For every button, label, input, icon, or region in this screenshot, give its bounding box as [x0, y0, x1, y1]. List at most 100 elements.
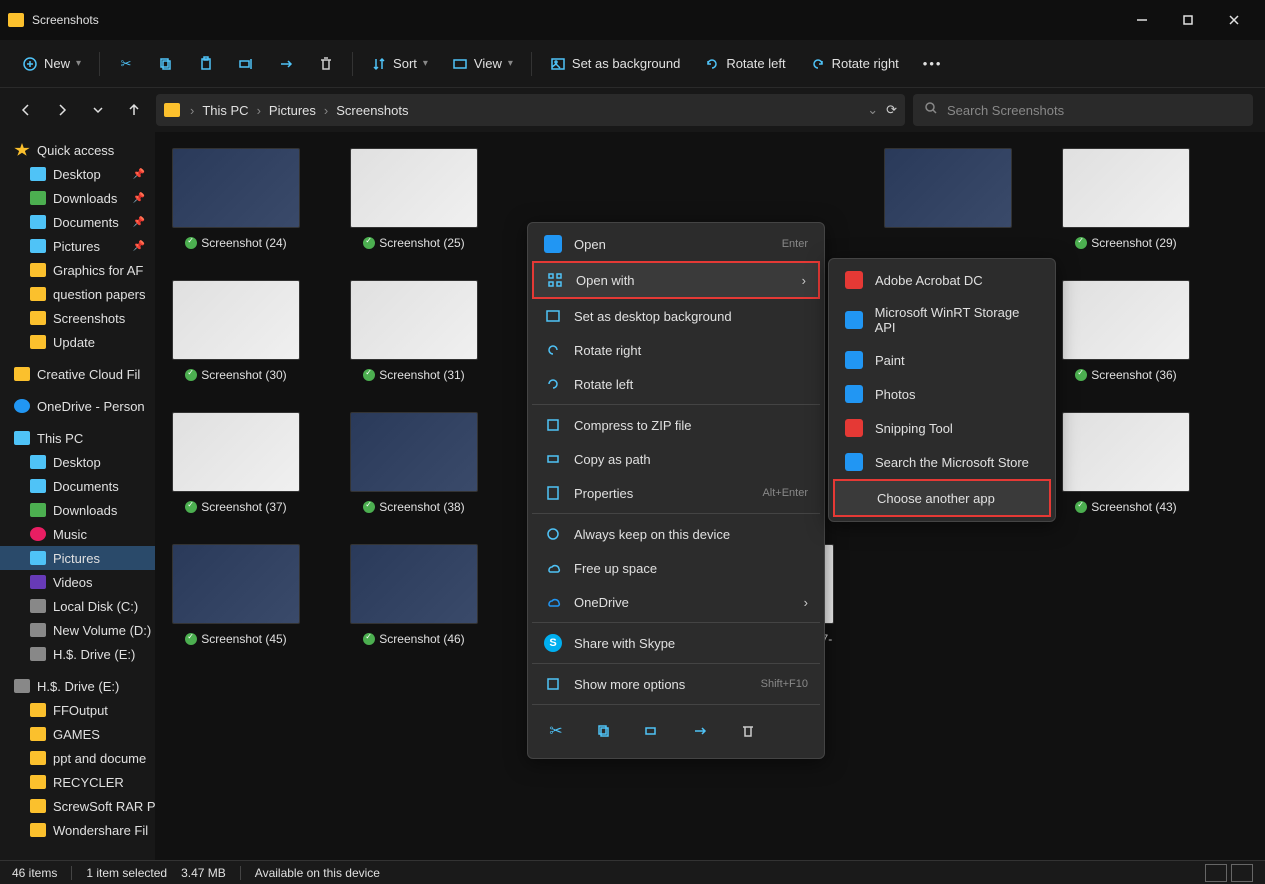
- sidebar-item[interactable]: Local Disk (C:): [0, 594, 155, 618]
- file-item[interactable]: Screenshot (38): [349, 412, 479, 514]
- openwith-app[interactable]: Choose another app: [833, 479, 1051, 517]
- maximize-button[interactable]: [1165, 0, 1211, 40]
- view-button[interactable]: View ▾: [442, 50, 523, 78]
- chevron-right-icon: ›: [804, 595, 808, 610]
- sidebar-item[interactable]: Downloads: [0, 498, 155, 522]
- sidebar-item[interactable]: OneDrive - Person: [0, 394, 155, 418]
- share-button[interactable]: [268, 50, 304, 78]
- new-button[interactable]: New ▾: [12, 50, 91, 78]
- sidebar-item[interactable]: New Volume (D:): [0, 618, 155, 642]
- paste-button[interactable]: [188, 50, 224, 78]
- sidebar-item[interactable]: ppt and docume: [0, 746, 155, 770]
- sidebar-item[interactable]: Graphics for AF: [0, 258, 155, 282]
- chevron-down-icon[interactable]: ⌄: [867, 102, 878, 118]
- file-item[interactable]: Screenshot (29): [1061, 148, 1191, 250]
- view-details-button[interactable]: [1205, 864, 1227, 882]
- file-item[interactable]: Screenshot (45): [171, 544, 301, 660]
- openwith-app[interactable]: Snipping Tool: [833, 411, 1051, 445]
- sidebar-item[interactable]: Documents: [0, 474, 155, 498]
- breadcrumb-item[interactable]: This PC: [198, 101, 252, 120]
- minimize-button[interactable]: [1119, 0, 1165, 40]
- sidebar-item[interactable]: ScrewSoft RAR P: [0, 794, 155, 818]
- up-button[interactable]: [120, 96, 148, 124]
- openwith-app[interactable]: Search the Microsoft Store: [833, 445, 1051, 479]
- ctx-properties[interactable]: PropertiesAlt+Enter: [532, 476, 820, 510]
- search-box[interactable]: [913, 94, 1253, 126]
- set-background-button[interactable]: Set as background: [540, 50, 690, 78]
- file-item[interactable]: Screenshot (24): [171, 148, 301, 250]
- sidebar-item[interactable]: Pictures: [0, 546, 155, 570]
- ctx-open-with[interactable]: Open with›: [532, 261, 820, 299]
- file-item[interactable]: Screenshot (37): [171, 412, 301, 514]
- delete-button[interactable]: [308, 50, 344, 78]
- ctx-share[interactable]: [682, 716, 718, 746]
- openwith-app[interactable]: Paint: [833, 343, 1051, 377]
- sidebar-item[interactable]: Music: [0, 522, 155, 546]
- file-item[interactable]: Screenshot (25): [349, 148, 479, 250]
- rotate-right-button[interactable]: Rotate right: [800, 50, 909, 78]
- openwith-app[interactable]: Photos: [833, 377, 1051, 411]
- sidebar-item[interactable]: Downloads📌: [0, 186, 155, 210]
- sidebar-item[interactable]: FFOutput: [0, 698, 155, 722]
- sidebar-item[interactable]: Screenshots: [0, 306, 155, 330]
- ctx-free-up[interactable]: Free up space: [532, 551, 820, 585]
- sort-button[interactable]: Sort ▾: [361, 50, 438, 78]
- ctx-set-background[interactable]: Set as desktop background: [532, 299, 820, 333]
- ctx-rename[interactable]: [634, 716, 670, 746]
- sync-status-icon: [363, 501, 375, 513]
- rotate-left-button[interactable]: Rotate left: [694, 50, 795, 78]
- sidebar-item[interactable]: GAMES: [0, 722, 155, 746]
- file-item[interactable]: Screenshot (43): [1061, 412, 1191, 514]
- file-item[interactable]: Screenshot (36): [1061, 280, 1191, 382]
- file-item[interactable]: [883, 148, 1013, 250]
- ctx-keep[interactable]: Always keep on this device: [532, 517, 820, 551]
- refresh-icon[interactable]: ⟳: [886, 102, 897, 118]
- view-icons-button[interactable]: [1231, 864, 1253, 882]
- breadcrumb[interactable]: › This PC › Pictures › Screenshots ⌄ ⟳: [156, 94, 905, 126]
- sidebar-item[interactable]: Pictures📌: [0, 234, 155, 258]
- sidebar-item[interactable]: Documents📌: [0, 210, 155, 234]
- sidebar-item[interactable]: Creative Cloud Fil: [0, 362, 155, 386]
- folder-icon: [30, 287, 46, 301]
- breadcrumb-item[interactable]: Screenshots: [332, 101, 412, 120]
- rename-button[interactable]: [228, 50, 264, 78]
- sidebar-item[interactable]: Desktop📌: [0, 162, 155, 186]
- sidebar-item[interactable]: H.$. Drive (E:): [0, 674, 155, 698]
- sidebar-item[interactable]: question papers: [0, 282, 155, 306]
- ctx-zip[interactable]: Compress to ZIP file: [532, 408, 820, 442]
- ctx-rotate-left[interactable]: Rotate left: [532, 367, 820, 401]
- sidebar-item[interactable]: RECYCLER: [0, 770, 155, 794]
- ctx-copy[interactable]: [586, 716, 622, 746]
- sidebar-item[interactable]: H.$. Drive (E:): [0, 642, 155, 666]
- openwith-app[interactable]: Microsoft WinRT Storage API: [833, 297, 1051, 343]
- sidebar-item[interactable]: This PC: [0, 426, 155, 450]
- cut-button[interactable]: ✂: [108, 50, 144, 78]
- forward-button[interactable]: [48, 96, 76, 124]
- close-button[interactable]: [1211, 0, 1257, 40]
- ctx-delete[interactable]: [730, 716, 766, 746]
- sidebar-item[interactable]: Videos: [0, 570, 155, 594]
- ctx-copy-path[interactable]: Copy as path: [532, 442, 820, 476]
- file-item[interactable]: Screenshot (30): [171, 280, 301, 382]
- back-button[interactable]: [12, 96, 40, 124]
- more-button[interactable]: •••: [913, 50, 953, 77]
- sidebar-item[interactable]: Wondershare Fil: [0, 818, 155, 842]
- ctx-skype[interactable]: SShare with Skype: [532, 626, 820, 660]
- file-item[interactable]: Screenshot (46): [349, 544, 479, 660]
- file-item[interactable]: Screenshot (31): [349, 280, 479, 382]
- ctx-onedrive[interactable]: OneDrive›: [532, 585, 820, 619]
- recent-button[interactable]: [84, 96, 112, 124]
- openwith-app[interactable]: Adobe Acrobat DC: [833, 263, 1051, 297]
- sidebar-item[interactable]: Desktop: [0, 450, 155, 474]
- sidebar-item[interactable]: Update: [0, 330, 155, 354]
- search-input[interactable]: [947, 103, 1243, 118]
- sidebar-item[interactable]: Quick access: [0, 138, 155, 162]
- copy-button[interactable]: [148, 50, 184, 78]
- ctx-more[interactable]: Show more optionsShift+F10: [532, 667, 820, 701]
- ctx-open[interactable]: OpenEnter: [532, 227, 820, 261]
- file-label: Screenshot (29): [1075, 236, 1176, 250]
- ctx-cut[interactable]: ✂: [538, 716, 574, 746]
- breadcrumb-item[interactable]: Pictures: [265, 101, 320, 120]
- ctx-rotate-right[interactable]: Rotate right: [532, 333, 820, 367]
- clipboard-icon: [198, 56, 214, 72]
